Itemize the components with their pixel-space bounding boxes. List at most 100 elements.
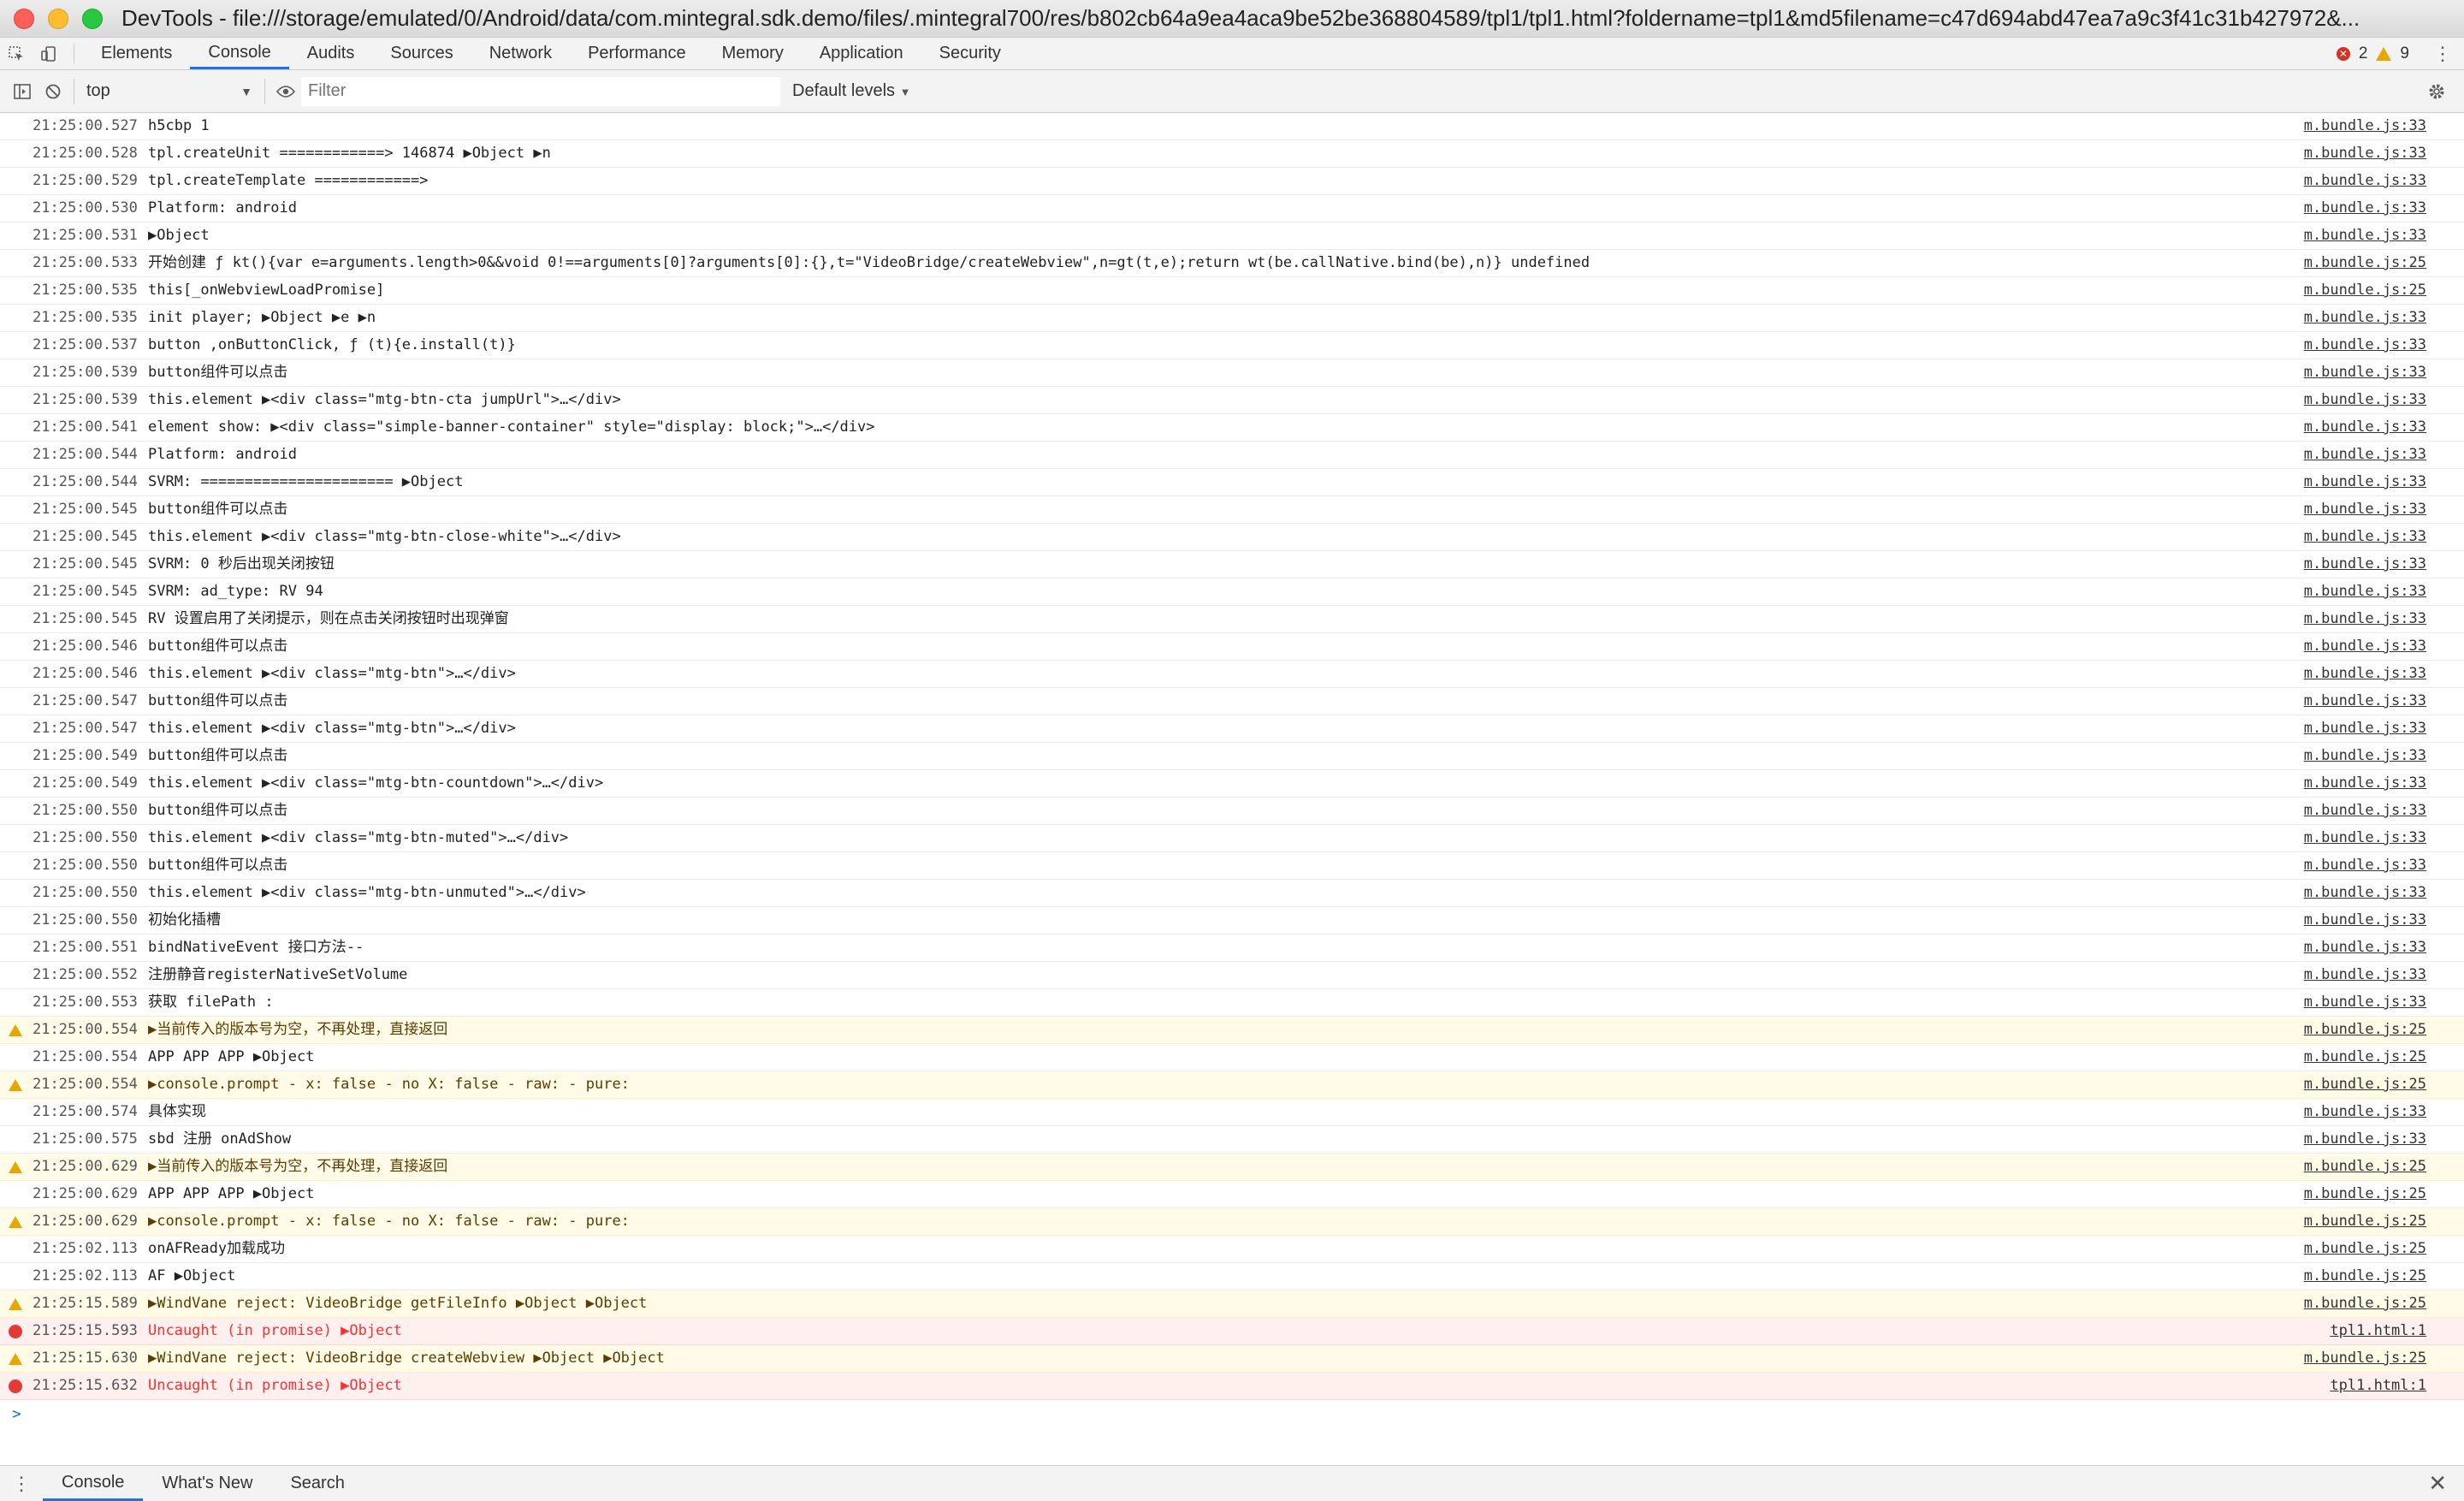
drawer-menu-icon[interactable]: ⋮ — [0, 1466, 43, 1501]
tab-network[interactable]: Network — [471, 38, 570, 69]
device-toolbar-icon[interactable] — [33, 38, 65, 69]
console-message-row[interactable]: 21:25:00.629 ▶console.prompt - x: false -… — [0, 1208, 2464, 1236]
message-source-link[interactable]: m.bundle.js:33 — [2304, 578, 2426, 605]
console-message-row[interactable]: 21:25:00.547 this.element ▶<div class="m… — [0, 715, 2464, 743]
message-source-link[interactable]: m.bundle.js:33 — [2304, 798, 2426, 824]
console-message-row[interactable]: 21:25:00.535 init player; ▶Object ▶e ▶n m.… — [0, 305, 2464, 332]
message-source-link[interactable]: m.bundle.js:25 — [2304, 1017, 2426, 1043]
message-source-link[interactable]: m.bundle.js:33 — [2304, 551, 2426, 578]
message-source-link[interactable]: m.bundle.js:25 — [2304, 1345, 2426, 1372]
drawer-tab-console[interactable]: Console — [43, 1466, 144, 1501]
console-message-row[interactable]: 21:25:00.546 button组件可以点击 m.bundle.js:33 — [0, 633, 2464, 661]
console-message-row[interactable]: 21:25:00.535 this[_onWebviewLoadPromise] m… — [0, 277, 2464, 305]
filter-input[interactable] — [301, 76, 780, 106]
message-source-link[interactable]: m.bundle.js:33 — [2304, 469, 2426, 495]
tab-elements[interactable]: Elements — [83, 38, 190, 69]
console-message-row[interactable]: 21:25:00.550 this.element ▶<div class="m… — [0, 825, 2464, 852]
console-message-row[interactable]: 21:25:00.539 this.element ▶<div class="m… — [0, 387, 2464, 414]
message-source-link[interactable]: tpl1.html:1 — [2330, 1318, 2426, 1344]
console-message-row[interactable]: 21:25:15.630 ▶WindVane reject: VideoBridg… — [0, 1345, 2464, 1373]
message-source-link[interactable]: m.bundle.js:33 — [2304, 880, 2426, 906]
console-message-row[interactable]: 21:25:00.546 this.element ▶<div class="m… — [0, 661, 2464, 688]
clear-console-icon[interactable] — [38, 76, 68, 107]
console-message-row[interactable]: 21:25:00.550 初始化插槽 m.bundle.js:33 — [0, 907, 2464, 934]
console-message-row[interactable]: 21:25:00.531 ▶Object m.bundle.js:33 — [0, 222, 2464, 250]
message-source-link[interactable]: m.bundle.js:33 — [2304, 195, 2426, 222]
console-message-row[interactable]: 21:25:00.539 button组件可以点击 m.bundle.js:33 — [0, 359, 2464, 387]
console-message-row[interactable]: 21:25:00.527 h5cbp 1 m.bundle.js:33 — [0, 113, 2464, 140]
message-source-link[interactable]: m.bundle.js:33 — [2304, 715, 2426, 742]
message-source-link[interactable]: m.bundle.js:25 — [2304, 1208, 2426, 1235]
drawer-tab-what-s-new[interactable]: What's New — [143, 1466, 271, 1501]
console-message-row[interactable]: 21:25:00.544 Platform: android m.bundle.js… — [0, 442, 2464, 469]
console-message-row[interactable]: 21:25:00.554 APP APP APP ▶Object m.bundle.… — [0, 1044, 2464, 1071]
tab-console[interactable]: Console — [190, 38, 289, 69]
message-source-link[interactable]: m.bundle.js:25 — [2304, 1236, 2426, 1262]
console-message-row[interactable]: 21:25:00.545 button组件可以点击 m.bundle.js:33 — [0, 496, 2464, 524]
message-source-link[interactable]: m.bundle.js:33 — [2304, 633, 2426, 660]
message-source-link[interactable]: m.bundle.js:33 — [2304, 989, 2426, 1016]
console-message-row[interactable]: 21:25:00.553 获取 filePath : m.bundle.js:33 — [0, 989, 2464, 1017]
issue-counters[interactable]: ✕ 2 9 ⋮ — [2336, 38, 2464, 69]
console-message-row[interactable]: 21:25:00.554 ▶console.prompt - x: false -… — [0, 1071, 2464, 1099]
message-source-link[interactable]: m.bundle.js:25 — [2304, 1071, 2426, 1098]
console-message-row[interactable]: 21:25:00.537 button ,onButtonClick, ƒ (t)… — [0, 332, 2464, 359]
message-source-link[interactable]: m.bundle.js:25 — [2304, 1181, 2426, 1207]
console-message-row[interactable]: 21:25:15.589 ▶WindVane reject: VideoBridg… — [0, 1290, 2464, 1318]
message-source-link[interactable]: m.bundle.js:33 — [2304, 688, 2426, 715]
message-source-link[interactable]: m.bundle.js:33 — [2304, 743, 2426, 769]
tab-sources[interactable]: Sources — [372, 38, 471, 69]
message-source-link[interactable]: m.bundle.js:33 — [2304, 222, 2426, 249]
console-message-row[interactable]: 21:25:00.544 SVRM: ======================… — [0, 469, 2464, 496]
message-source-link[interactable]: m.bundle.js:25 — [2304, 1263, 2426, 1290]
message-source-link[interactable]: m.bundle.js:33 — [2304, 496, 2426, 523]
message-source-link[interactable]: m.bundle.js:25 — [2304, 277, 2426, 304]
console-message-row[interactable]: 21:25:00.549 button组件可以点击 m.bundle.js:33 — [0, 743, 2464, 770]
close-icon[interactable]: ✕ — [2428, 1466, 2447, 1501]
message-source-link[interactable]: m.bundle.js:33 — [2304, 1126, 2426, 1153]
console-message-row[interactable]: 21:25:00.550 button组件可以点击 m.bundle.js:33 — [0, 798, 2464, 825]
message-source-link[interactable]: m.bundle.js:33 — [2304, 524, 2426, 550]
console-message-row[interactable]: 21:25:00.551 bindNativeEvent 接口方法-- m.bund… — [0, 934, 2464, 962]
message-source-link[interactable]: m.bundle.js:33 — [2304, 113, 2426, 139]
message-source-link[interactable]: m.bundle.js:33 — [2304, 305, 2426, 331]
message-source-link[interactable]: m.bundle.js:33 — [2304, 852, 2426, 879]
show-sidebar-icon[interactable] — [7, 76, 38, 107]
console-message-row[interactable]: 21:25:00.530 Platform: android m.bundle.js… — [0, 195, 2464, 222]
console-message-row[interactable]: 21:25:00.550 this.element ▶<div class="m… — [0, 880, 2464, 907]
console-message-row[interactable]: 21:25:00.554 ▶当前传入的版本号为空，不再处理，直接返回 m.bundl… — [0, 1017, 2464, 1044]
window-close-button[interactable] — [14, 8, 34, 29]
console-message-row[interactable]: 21:25:00.545 this.element ▶<div class="m… — [0, 524, 2464, 551]
console-message-row[interactable]: 21:25:00.574 具体实现 m.bundle.js:33 — [0, 1099, 2464, 1126]
console-message-row[interactable]: 21:25:00.545 SVRM: ad_type: RV 94 m.bundle… — [0, 578, 2464, 606]
console-message-row[interactable]: 21:25:00.545 RV 设置启用了关闭提示，则在点击关闭按钮时出现弹窗 m.… — [0, 606, 2464, 633]
message-source-link[interactable]: m.bundle.js:25 — [2304, 1290, 2426, 1317]
message-source-link[interactable]: m.bundle.js:33 — [2304, 168, 2426, 194]
console-message-row[interactable]: 21:25:00.533 开始创建 ƒ kt(){var e=arguments.… — [0, 250, 2464, 277]
context-selector[interactable]: top ▼ — [80, 77, 259, 106]
message-source-link[interactable]: m.bundle.js:33 — [2304, 414, 2426, 441]
console-message-row[interactable]: 21:25:15.632 Uncaught (in promise) ▶Objec… — [0, 1373, 2464, 1400]
message-source-link[interactable]: m.bundle.js:33 — [2304, 962, 2426, 988]
message-source-link[interactable]: m.bundle.js:33 — [2304, 332, 2426, 359]
console-message-row[interactable]: 21:25:15.593 Uncaught (in promise) ▶Objec… — [0, 1318, 2464, 1345]
message-source-link[interactable]: m.bundle.js:33 — [2304, 907, 2426, 934]
console-message-row[interactable]: 21:25:00.549 this.element ▶<div class="m… — [0, 770, 2464, 798]
message-source-link[interactable]: m.bundle.js:33 — [2304, 661, 2426, 687]
window-minimize-button[interactable] — [48, 8, 68, 29]
console-message-row[interactable]: 21:25:00.547 button组件可以点击 m.bundle.js:33 — [0, 688, 2464, 715]
message-source-link[interactable]: m.bundle.js:33 — [2304, 1099, 2426, 1125]
console-message-row[interactable]: 21:25:00.552 注册静音registerNativeSetVolume m… — [0, 962, 2464, 989]
console-message-row[interactable]: 21:25:00.529 tpl.createTemplate =========… — [0, 168, 2464, 195]
message-source-link[interactable]: m.bundle.js:33 — [2304, 825, 2426, 851]
window-maximize-button[interactable] — [82, 8, 103, 29]
console-message-row[interactable]: 21:25:02.113 AF ▶Object m.bundle.js:25 — [0, 1263, 2464, 1290]
message-source-link[interactable]: m.bundle.js:33 — [2304, 442, 2426, 468]
tab-memory[interactable]: Memory — [704, 38, 802, 69]
tab-performance[interactable]: Performance — [570, 38, 704, 69]
console-prompt[interactable]: > — [0, 1400, 2464, 1429]
console-message-row[interactable]: 21:25:00.629 APP APP APP ▶Object m.bundle.… — [0, 1181, 2464, 1208]
inspect-element-icon[interactable] — [0, 38, 33, 69]
console-message-row[interactable]: 21:25:00.541 element show: ▶<div class="s… — [0, 414, 2464, 442]
message-source-link[interactable]: m.bundle.js:33 — [2304, 140, 2426, 167]
